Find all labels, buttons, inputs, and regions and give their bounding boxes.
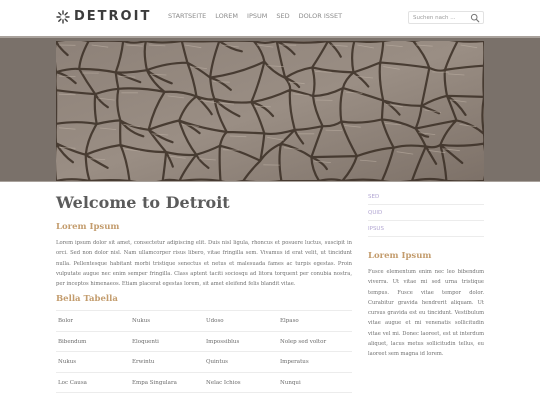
table-cell: Nukus <box>58 359 77 365</box>
table-cell: Loc Causa <box>58 379 87 386</box>
sidebar-item-quid[interactable]: QUID <box>368 205 484 221</box>
intro-paragraph: Lorem ipsum dolor sit amet, consectetur … <box>56 240 352 288</box>
nav-item-startseite[interactable]: STARTSEITE <box>168 12 206 20</box>
sidebar-item-sed[interactable]: SED <box>368 189 484 205</box>
nav-item-dolor-isset[interactable]: DOLOR ISSET <box>299 12 342 20</box>
table-cell: Bibendum <box>58 338 87 345</box>
search-box <box>408 11 484 24</box>
section-heading-lorem-ipsum: Lorem Ipsum <box>56 222 120 232</box>
search-icon[interactable] <box>470 13 480 23</box>
table-row: Bibendum Eloquenti Impossiblus Nolep sed… <box>56 332 352 352</box>
main-nav: STARTSEITE LOREM IPSUM SED DOLOR ISSET <box>168 12 351 20</box>
nav-item-ipsum[interactable]: IPSUM <box>247 12 267 20</box>
table-cell: Impossiblus <box>206 338 240 345</box>
search-input[interactable] <box>413 13 469 23</box>
table-cell: Nunqui <box>280 379 301 386</box>
table-cell: Udoso <box>206 318 224 324</box>
table-cell: Quintus <box>206 359 228 365</box>
table-cell: Elpaso <box>280 318 299 324</box>
sidebar-nav: SED QUID IPSUS <box>368 189 484 237</box>
section-heading-bella-tabella: Bella Tabella <box>56 294 118 304</box>
sidebar-heading: Lorem Ipsum <box>368 251 432 261</box>
table-row: Nukus Erwintu Quintus Imperatus <box>56 352 352 373</box>
page-title: Welcome to Detroit <box>56 193 230 212</box>
table-row: Loc Causa Empa Singulara Nelac Ichios Nu… <box>56 373 352 393</box>
data-table: Bolor Nukus Udoso Elpaso Bibendum Eloque… <box>56 310 352 393</box>
table-cell: Eloquenti <box>132 338 159 345</box>
logo[interactable]: DETROIT <box>56 9 151 24</box>
table-cell: Nelac Ichios <box>206 379 241 386</box>
sun-logo-icon <box>56 9 70 24</box>
sidebar-paragraph: Fusce elementum enim nec leo bibendum vi… <box>368 269 484 358</box>
hero-banner <box>0 36 540 182</box>
table-row: Bolor Nukus Udoso Elpaso <box>56 311 352 332</box>
table-cell: Erwintu <box>132 359 155 365</box>
sidebar-item-ipsus[interactable]: IPSUS <box>368 221 484 237</box>
nav-item-lorem[interactable]: LOREM <box>215 12 238 20</box>
cracked-earth-photo <box>56 41 484 181</box>
table-cell: Imperatus <box>280 359 309 365</box>
table-cell: Nolep sed voltor <box>280 338 327 345</box>
table-cell: Nukus <box>132 318 151 324</box>
site-header: DETROIT STARTSEITE LOREM IPSUM SED DOLOR… <box>0 0 540 36</box>
nav-item-sed[interactable]: SED <box>276 12 289 20</box>
logo-text: DETROIT <box>74 9 152 24</box>
table-cell: Empa Singulara <box>132 379 177 386</box>
table-cell: Bolor <box>58 318 74 324</box>
